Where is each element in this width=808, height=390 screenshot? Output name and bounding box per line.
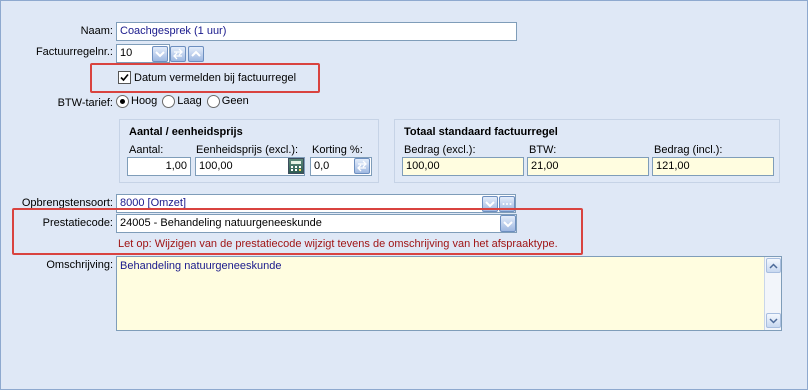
chevron-down-icon bbox=[155, 51, 165, 58]
swap-arrows-icon bbox=[357, 160, 367, 172]
btw-field: 21,00 bbox=[527, 157, 649, 176]
scroll-up-button[interactable] bbox=[766, 258, 781, 273]
bedrag-excl-field: 100,00 bbox=[402, 157, 524, 176]
factuurregelnr-up-button[interactable] bbox=[188, 46, 204, 62]
calculator-icon bbox=[291, 161, 301, 171]
btw-radio-laag-label: Laag bbox=[177, 95, 202, 108]
scroll-down-button[interactable] bbox=[766, 313, 781, 328]
checkmark-icon bbox=[120, 73, 129, 82]
chevron-down-icon bbox=[503, 220, 513, 227]
prestatiecode-dropdown-button[interactable] bbox=[500, 215, 516, 232]
bedrag-excl-label: Bedrag (excl.): bbox=[404, 144, 476, 156]
aantal-group-title: Aantal / eenheidsprijs bbox=[129, 126, 243, 138]
scroll-up-icon bbox=[769, 262, 778, 269]
factuurregelnr-label: Factuurregelnr.: bbox=[35, 46, 113, 58]
btw-label: BTW: bbox=[529, 144, 557, 156]
omschrijving-text: Behandeling natuurgeneeskunde bbox=[120, 260, 282, 272]
naam-input[interactable]: Coachgesprek (1 uur) bbox=[116, 22, 517, 41]
prestatiecode-label: Prestatiecode: bbox=[42, 217, 113, 229]
aantal-input[interactable]: 1,00 bbox=[127, 157, 191, 176]
factuurregelnr-swap-button[interactable] bbox=[170, 46, 186, 62]
korting-spin-button[interactable] bbox=[354, 158, 370, 174]
btw-tarief-radio-group: Hoog Laag Geen bbox=[116, 95, 249, 108]
chevron-up-icon bbox=[191, 50, 201, 57]
btw-radio-geen-label: Geen bbox=[221, 95, 249, 108]
aantal-label: Aantal: bbox=[129, 144, 164, 156]
omschrijving-label: Omschrijving: bbox=[46, 259, 113, 271]
omschrijving-scrollbar[interactable] bbox=[764, 257, 781, 330]
btw-radio-geen[interactable] bbox=[206, 95, 220, 108]
prestatiecode-warning: Let op: Wijzigen van de prestatiecode wi… bbox=[118, 238, 558, 250]
bedrag-incl-label: Bedrag (incl.): bbox=[654, 144, 723, 156]
chevron-down-icon bbox=[485, 201, 495, 208]
totaal-group-title: Totaal standaard factuurregel bbox=[404, 126, 558, 138]
datum-vermelden-label: Datum vermelden bij factuurregel bbox=[134, 72, 297, 84]
korting-label: Korting %: bbox=[312, 144, 363, 156]
ellipsis-icon bbox=[502, 203, 512, 205]
bedrag-incl-field: 121,00 bbox=[652, 157, 774, 176]
btw-radio-laag[interactable] bbox=[162, 95, 176, 108]
datum-vermelden-checkbox[interactable] bbox=[118, 71, 131, 84]
swap-arrows-icon bbox=[173, 48, 183, 60]
factuurregelnr-dropdown-button[interactable] bbox=[152, 46, 168, 62]
form-panel: Naam: Coachgesprek (1 uur) Factuurregeln… bbox=[0, 0, 808, 390]
naam-label: Naam: bbox=[80, 25, 113, 37]
scroll-down-icon bbox=[769, 317, 778, 324]
btw-tarief-label: BTW-tarief: bbox=[57, 97, 113, 109]
btw-radio-hoog[interactable] bbox=[116, 95, 129, 108]
calculator-button[interactable] bbox=[288, 158, 304, 174]
omschrijving-textarea[interactable]: Behandeling natuurgeneeskunde bbox=[116, 256, 782, 331]
prestatiecode-select[interactable]: 24005 - Behandeling natuurgeneeskunde bbox=[116, 214, 517, 233]
eenheidsprijs-label: Eenheidsprijs (excl.): bbox=[196, 144, 299, 156]
btw-radio-hoog-label: Hoog bbox=[131, 95, 158, 108]
